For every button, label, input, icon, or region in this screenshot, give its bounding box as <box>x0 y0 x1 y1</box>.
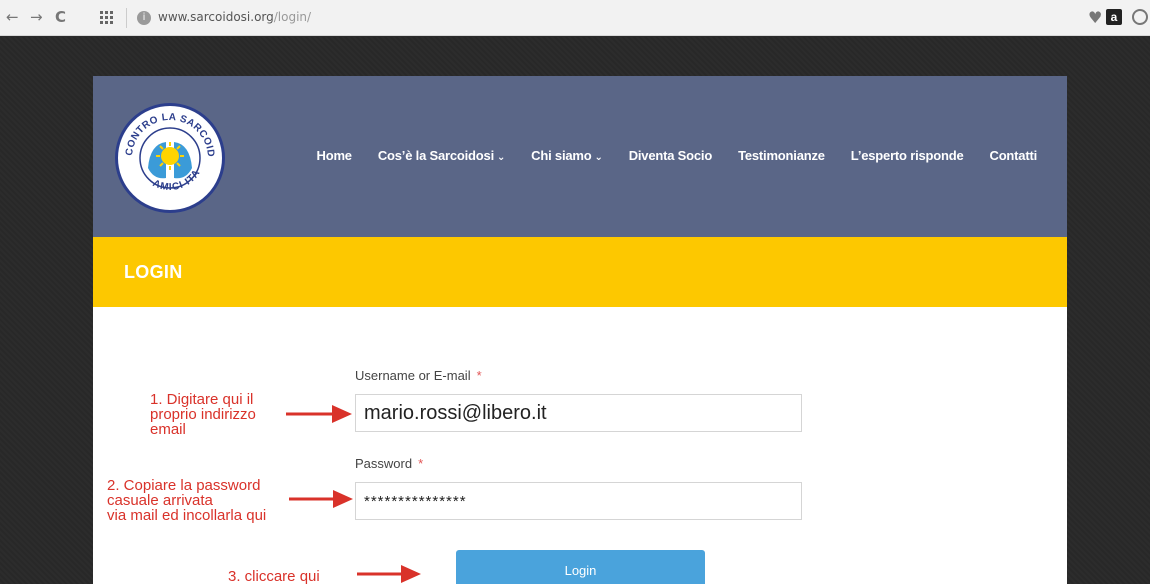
page-title: LOGIN <box>124 262 183 282</box>
heart-icon[interactable]: ♥ <box>1088 8 1102 27</box>
username-label: Username or E-mail * <box>355 368 482 383</box>
page-title-bar: LOGIN <box>93 237 1067 307</box>
apps-grid-icon[interactable] <box>100 11 114 24</box>
menu-label: Testimonianze <box>738 148 825 163</box>
menu-item-contatti[interactable]: Contatti <box>990 148 1038 163</box>
main-menu: Home Cos’è la Sarcoidosi ⌄ Chi siamo ⌄ Div… <box>316 148 1038 163</box>
toolbar-divider <box>126 8 127 28</box>
menu-label: Contatti <box>989 148 1038 163</box>
site-info-icon[interactable]: i <box>137 11 151 25</box>
site-logo[interactable]: CONTRO LA SARCOIDOSI AMICI ITALIA <box>115 103 225 213</box>
amazon-extension-icon[interactable]: a <box>1106 9 1122 25</box>
annotation-step1: 1. Digitare qui il proprio indirizzo ema… <box>150 392 256 437</box>
reload-icon[interactable]: C <box>55 8 66 26</box>
menu-label: Cos’è la Sarcoidosi <box>377 148 494 163</box>
menu-label: Home <box>316 148 353 163</box>
annotation-line: email <box>150 421 186 438</box>
menu-item-chi-siamo[interactable]: Chi siamo ⌄ <box>531 148 603 163</box>
password-label-text: Password <box>355 456 413 471</box>
menu-item-cose-la-sarcoidosi[interactable]: Cos’è la Sarcoidosi ⌄ <box>377 148 506 163</box>
url-domain: www.sarcoidosi.org <box>158 10 274 24</box>
required-mark: * <box>418 456 424 471</box>
annotation-step2: 2. Copiare la password casuale arrivata … <box>107 478 266 523</box>
back-arrow-icon[interactable]: ← <box>6 8 19 26</box>
forward-arrow-icon[interactable]: → <box>30 8 43 26</box>
username-input[interactable] <box>355 394 802 432</box>
extension-icon[interactable] <box>1132 9 1148 25</box>
arrow-right-icon <box>357 565 421 583</box>
chevron-down-icon: ⌄ <box>496 152 506 163</box>
chevron-down-icon: ⌄ <box>594 152 603 163</box>
menu-item-home[interactable]: Home <box>316 148 353 163</box>
menu-label: L’esperto risponde <box>850 148 964 163</box>
menu-label: Chi siamo <box>531 148 592 163</box>
annotation-step3: 3. cliccare qui <box>228 569 320 584</box>
url-path: /login/ <box>273 10 312 24</box>
arrow-right-icon <box>289 490 353 508</box>
annotation-line: proprio indirizzo <box>150 406 256 423</box>
address-bar[interactable]: www.sarcoidosi.org/login/ <box>158 10 311 24</box>
annotation-line: via mail ed incollarla qui <box>107 507 267 524</box>
password-input[interactable] <box>355 482 802 520</box>
site-header: CONTRO LA SARCOIDOSI AMICI ITALIA Home C… <box>93 76 1067 237</box>
arrow-right-icon <box>286 405 352 423</box>
logo-emblem-icon: CONTRO LA SARCOIDOSI AMICI ITALIA <box>118 106 218 206</box>
annotation-line: casuale arrivata <box>107 492 213 509</box>
menu-label: Diventa Socio <box>628 148 713 163</box>
login-button[interactable]: Login <box>456 550 705 584</box>
annotation-line: 3. cliccare qui <box>228 568 320 584</box>
menu-item-esperto-risponde[interactable]: L’esperto risponde <box>851 148 964 163</box>
menu-item-testimonianze[interactable]: Testimonianze <box>738 148 825 163</box>
annotation-line: 1. Digitare qui il <box>150 391 254 408</box>
menu-item-diventa-socio[interactable]: Diventa Socio <box>628 148 713 163</box>
browser-toolbar: ← → C i www.sarcoidosi.org/login/ ♥ a <box>0 0 1150 36</box>
login-form: Username or E-mail * Password * Login <box>93 307 1067 584</box>
required-mark: * <box>476 368 482 383</box>
password-label: Password * <box>355 456 423 471</box>
annotation-line: 2. Copiare la password <box>107 477 261 494</box>
username-label-text: Username or E-mail <box>355 368 471 383</box>
